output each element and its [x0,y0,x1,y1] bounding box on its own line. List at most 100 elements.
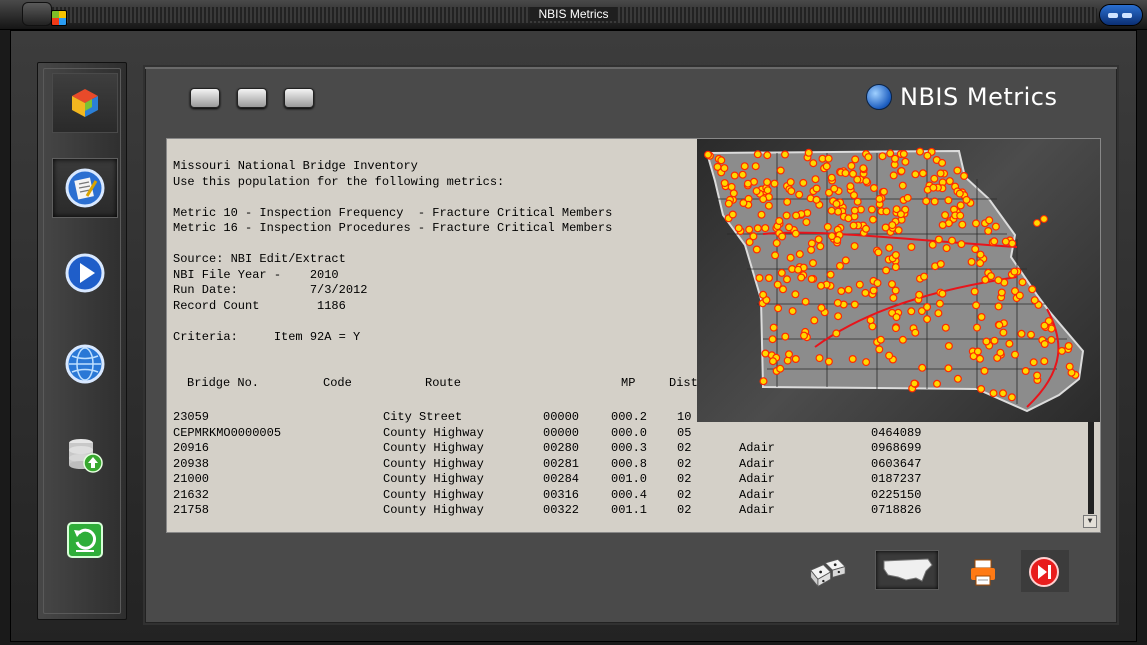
bridge-dot [919,169,928,178]
cell-route: 00322 [543,503,580,517]
report-header-line: NBI File Year - 2010 [173,267,339,282]
exit-button[interactable] [1024,552,1064,592]
bridge-dot [837,287,846,296]
table-row[interactable]: CEPMRKMO0000005 County Highway 00000 000.0 0… [167,426,1100,440]
bridge-dot [799,331,808,340]
bridge-dot [889,171,898,180]
cell-county: Adair [739,441,776,455]
bridge-dot [738,170,747,179]
bridge-dot [1057,346,1066,355]
top-button-1[interactable] [190,88,220,108]
bridge-dot [713,162,722,171]
bridge-dot [944,196,953,205]
report-header-line: Metric 10 - Inspection Frequency - Fract… [173,205,613,220]
bridge-dot [874,248,883,257]
bridge-dot [862,224,871,233]
bridge-dot [938,289,947,298]
sidebar-item-edit[interactable] [52,158,118,218]
bridge-dot [875,194,884,203]
report-header-line: Source: NBI Edit/Extract [173,252,346,266]
bridge-dot [891,250,900,259]
table-row[interactable]: 21000 County Highway 00284 001.0 02 Adair 0187… [167,472,1100,486]
sidebar-item-database[interactable] [52,425,118,485]
table-row[interactable]: 20938 County Highway 00281 000.8 02 Adair 0603… [167,457,1100,471]
window-controls[interactable] [1099,4,1143,26]
bridge-dot [982,337,991,346]
bridge-dot [864,153,873,162]
bridge-dot [923,151,932,160]
top-button-3[interactable] [284,88,314,108]
bridge-dot [987,272,996,281]
report-header-line: Record Count 1186 [173,298,346,313]
window-title: NBIS Metrics [530,7,617,21]
table-row[interactable]: 21758 County Highway 00322 001.1 02 Adair 0718… [167,503,1100,517]
bridge-dot [1040,215,1048,223]
bridge-dot [769,323,778,332]
scrollbar-thumb[interactable] [1088,419,1094,514]
bridge-dot [781,332,790,341]
report-header-line: Criteria: Item 92A = Y [173,329,361,344]
bridge-dot [1040,357,1049,366]
print-button[interactable] [963,552,1003,592]
bridge-dot [1033,219,1041,227]
sidebar-item-refresh[interactable] [52,510,118,570]
bridge-dot [958,220,967,229]
bridge-dot [807,275,816,284]
bridge-dot [734,224,743,233]
bridge-dot [945,177,954,186]
bridge-dot [903,193,912,202]
bridge-dot [996,348,1005,357]
bridge-dot [870,183,879,192]
column-header-route: Route [425,376,462,390]
bridge-dot [962,195,971,204]
bridge-dot [740,162,749,171]
bridge-dot [850,300,859,309]
bridge-dot [934,309,943,318]
bridge-dot [809,159,818,168]
sidebar-item-web[interactable] [52,334,118,394]
cell-dist: 02 [677,487,692,502]
bridge-dot [957,240,966,249]
table-row[interactable]: 20916 County Highway 00280 000.3 02 Adair 0968… [167,441,1100,455]
cell-bridge: 21000 [173,472,210,486]
column-header-bridge-no: Bridge No. [187,376,260,390]
bridge-dot [720,179,729,188]
bridge-dot [753,224,762,233]
minimize-icon[interactable] [1108,13,1118,18]
bridge-dot [910,379,919,388]
cell-mp: 000.2 [611,410,648,424]
bridge-dot [783,356,792,365]
bridge-dot [976,354,985,363]
cell-type: County Highway [383,456,484,471]
bridge-dot [928,240,937,249]
table-row[interactable]: 21632 County Highway 00316 000.4 02 Adair 0225… [167,488,1100,502]
bridge-dot [791,355,800,364]
bridge-dot [972,301,981,310]
bridge-dot [768,357,777,366]
bridge-dot [967,257,976,266]
dice-button[interactable] [807,552,847,592]
bridge-dot [885,243,894,252]
bridge-dot [787,187,796,196]
bridge-dot [739,198,748,207]
bridge-dot [911,170,920,179]
bridge-dot [918,363,927,372]
bridge-dot [850,191,859,200]
bridge-dot [812,195,821,204]
bridge-dot [907,242,916,251]
bridge-dot [1064,342,1073,351]
top-button-2[interactable] [237,88,267,108]
bridge-dot [768,335,777,344]
map-view-button[interactable] [875,550,939,590]
bridge-dot [1040,340,1049,349]
bridge-dot [783,197,792,206]
scroll-down-button[interactable]: ▼ [1083,515,1097,528]
maximize-icon[interactable] [1122,13,1132,18]
bridge-dot [844,285,853,294]
bridge-dot [891,324,900,333]
bridge-dot [849,221,858,230]
sidebar-item-run[interactable] [52,243,118,303]
sidebar-item-home[interactable] [52,73,118,133]
bridge-dot [834,312,843,321]
bridge-dot [944,364,953,373]
